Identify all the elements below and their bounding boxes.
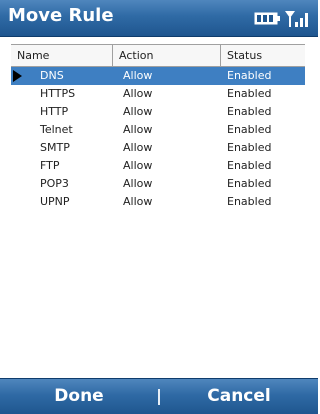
- battery-icon: [254, 12, 280, 25]
- softkey-bar: Done Cancel: [0, 378, 318, 414]
- rule-name: HTTPS: [40, 87, 76, 100]
- rules-list[interactable]: DNS Allow Enabled HTTPS Allow Enabled HT…: [11, 67, 305, 379]
- rule-name: FTP: [40, 159, 60, 172]
- table-row-selected[interactable]: DNS Allow Enabled: [11, 67, 305, 85]
- rule-action: Allow: [123, 105, 153, 118]
- signal-icon: [285, 11, 308, 27]
- column-header-status[interactable]: Status: [221, 45, 305, 66]
- rule-name: Telnet: [40, 123, 73, 136]
- rule-status: Enabled: [227, 123, 272, 136]
- cancel-softkey[interactable]: Cancel: [160, 379, 318, 414]
- table-row[interactable]: POP3 Allow Enabled: [11, 175, 305, 193]
- column-header-action[interactable]: Action: [113, 45, 221, 66]
- rule-action: Allow: [123, 123, 153, 136]
- rule-action: Allow: [123, 177, 153, 190]
- rule-status: Enabled: [227, 87, 272, 100]
- rule-action: Allow: [123, 87, 153, 100]
- rule-action: Allow: [123, 195, 153, 208]
- rule-action: Allow: [123, 141, 153, 154]
- rule-action: Allow: [123, 159, 153, 172]
- title-bar: Move Rule: [0, 0, 318, 37]
- done-softkey[interactable]: Done: [0, 379, 158, 414]
- rule-status: Enabled: [227, 141, 272, 154]
- table-row[interactable]: Telnet Allow Enabled: [11, 121, 305, 139]
- table-header: Name Action Status: [11, 44, 305, 67]
- rule-status: Enabled: [227, 195, 272, 208]
- column-header-name[interactable]: Name: [11, 45, 113, 66]
- selection-arrow-icon: [13, 70, 22, 82]
- status-icons[interactable]: [252, 6, 312, 30]
- table-row[interactable]: SMTP Allow Enabled: [11, 139, 305, 157]
- rule-status: Enabled: [227, 177, 272, 190]
- rule-name: DNS: [40, 69, 64, 82]
- rule-name: HTTP: [40, 105, 69, 118]
- table-row[interactable]: UPNP Allow Enabled: [11, 193, 305, 211]
- rule-name: SMTP: [40, 141, 70, 154]
- rule-status: Enabled: [227, 105, 272, 118]
- rule-name: POP3: [40, 177, 69, 190]
- rule-action: Allow: [123, 69, 153, 82]
- rule-status: Enabled: [227, 69, 272, 82]
- window-title: Move Rule: [8, 5, 114, 26]
- rule-name: UPNP: [40, 195, 70, 208]
- table-row[interactable]: FTP Allow Enabled: [11, 157, 305, 175]
- table-row[interactable]: HTTP Allow Enabled: [11, 103, 305, 121]
- rule-status: Enabled: [227, 159, 272, 172]
- table-row[interactable]: HTTPS Allow Enabled: [11, 85, 305, 103]
